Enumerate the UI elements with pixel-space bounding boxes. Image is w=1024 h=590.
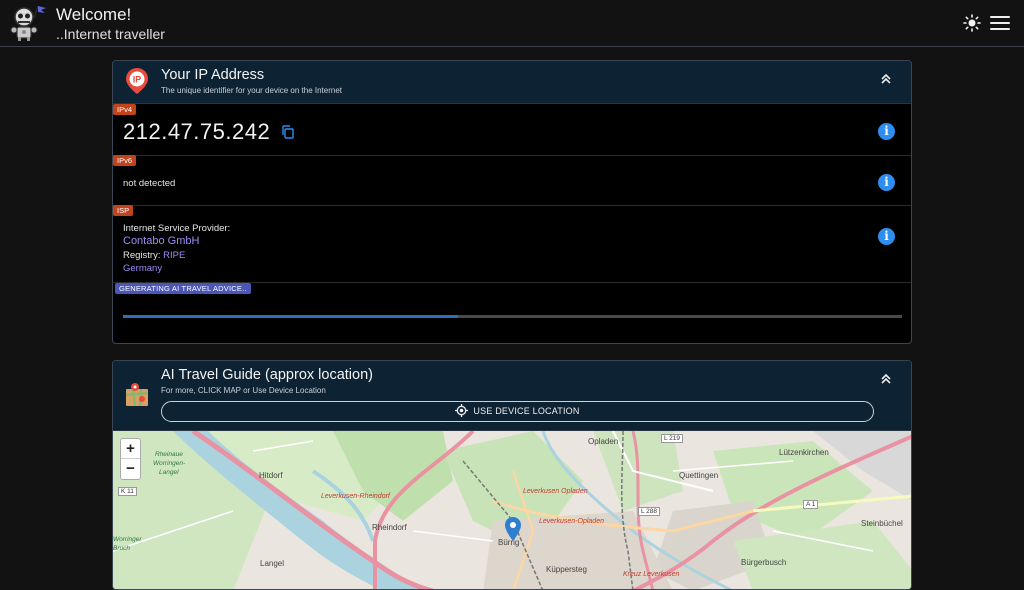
progress-fill [123,315,458,318]
road-tag-l219: L 219 [661,434,683,443]
map-label-leverkusen-opladen: Leverkusen Opladen [523,488,588,495]
welcome-subtitle: ..Internet traveller [56,26,165,42]
zoom-out-button[interactable]: − [121,459,140,479]
svg-text:IP: IP [133,75,142,85]
registry-label: Registry: [123,250,160,261]
ipv6-info-icon[interactable]: i [878,174,895,191]
map-label-opladen: Opladen [588,437,618,446]
road-tag-a1: A 1 [803,500,818,509]
map-label-burgerbusch: Bürgerbusch [741,558,786,567]
guide-card-header[interactable]: AI Travel Guide (approx location) For mo… [113,361,911,431]
top-app-bar: Welcome! ..Internet traveller [0,0,1024,47]
map-label-langel: Langel [260,559,284,568]
hamburger-menu-icon[interactable] [990,16,1010,32]
isp-name: Contabo GmbH [123,235,199,247]
map-label-lutzenkirchen: Lützenkirchen [779,448,829,457]
ip-card-header[interactable]: IP Your IP Address The unique identifier… [113,61,911,104]
map-label-rheindorf: Rheindorf [372,523,407,532]
guide-card-title: AI Travel Guide (approx location) [161,367,373,383]
travel-guide-map-icon [125,381,149,407]
map-label-langel-small: Langel [159,469,179,476]
map-label-leverkusen-rheindorf: Leverkusen-Rheindorf [321,493,390,500]
map-label-leverkusen-opladen-2: Leverkusen-Opladen [539,518,604,525]
road-tag-l288: L 288 [638,507,660,516]
use-device-location-label: USE DEVICE LOCATION [473,406,579,416]
isp-info-icon[interactable]: i [878,228,895,245]
registry-value: RIPE [163,250,185,261]
road-tag-k11: K 11 [118,487,137,496]
ai-advice-progress-bar [123,315,902,318]
ip-address-card: IP Your IP Address The unique identifier… [112,60,912,344]
map-label-bruch: Bruch [113,545,130,552]
ipv6-value: not detected [123,178,175,189]
chevron-double-up-icon[interactable] [879,372,893,386]
robot-logo-icon[interactable] [8,4,48,42]
welcome-heading: Welcome! [56,5,131,25]
map-label-kreuz-leverkusen: Kreuz Leverkusen [623,571,679,578]
map-label-kuppersteg: Küppersteg [546,565,587,574]
chevron-double-up-icon[interactable] [879,72,893,86]
isp-country: Germany [123,263,162,274]
ai-travel-guide-card: AI Travel Guide (approx location) For mo… [112,360,912,590]
copy-icon[interactable] [281,125,294,139]
use-device-location-button[interactable]: USE DEVICE LOCATION [161,401,874,422]
ai-advice-status-badge: GENERATING AI TRAVEL ADVICE.. [115,283,251,294]
guide-card-subtitle: For more, CLICK MAP or Use Device Locati… [161,386,326,395]
divider [113,155,911,156]
zoom-in-button[interactable]: + [121,439,140,459]
ipv6-badge: IPv6 [113,155,136,166]
location-map[interactable]: + − Opladen Quettingen Lützenkirchen Hit… [113,431,912,590]
map-label-worringer: Worringer [113,536,142,543]
isp-label: Internet Service Provider: [123,223,230,234]
ip-location-pin-icon: IP [125,67,149,95]
divider [113,205,911,206]
map-label-worringen: Worringen- [153,460,185,467]
registry-line: Registry: RIPE [123,250,185,261]
theme-toggle-icon[interactable] [963,14,981,32]
map-zoom-control: + − [120,438,141,480]
map-label-steinbuchel: Steinbüchel [861,519,903,528]
map-label-rheinaue: Rheinaue [155,451,183,458]
ip-card-title: Your IP Address [161,67,264,83]
isp-badge: ISP [113,205,133,216]
ipv4-info-icon[interactable]: i [878,123,895,140]
ip-card-subtitle: The unique identifier for your device on… [161,86,342,95]
location-marker-icon[interactable] [505,517,521,541]
map-label-hitdorf: Hitdorf [259,471,283,480]
crosshair-location-icon [455,404,468,417]
map-label-quettingen: Quettingen [679,471,718,480]
ipv4-address: 212.47.75.242 [123,119,270,145]
ipv4-badge: IPv4 [113,104,136,115]
